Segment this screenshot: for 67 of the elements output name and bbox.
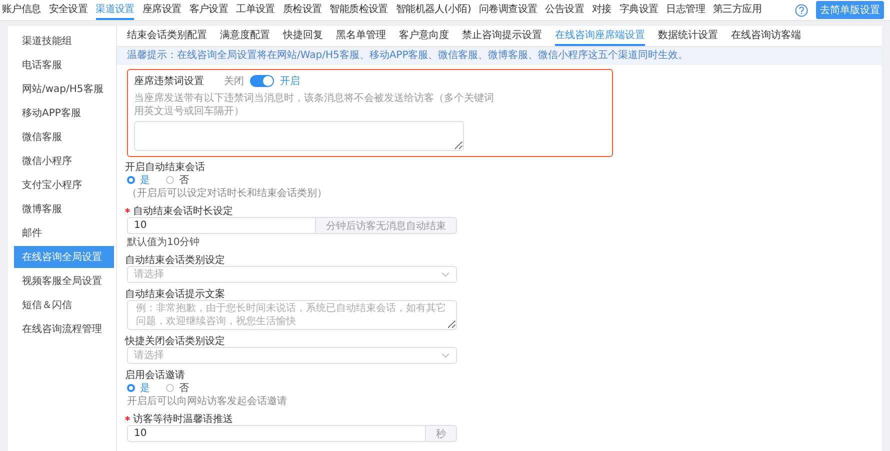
- nav-tab[interactable]: 安全设置: [48, 0, 88, 20]
- nav-tab[interactable]: 座席设置: [142, 0, 182, 20]
- sidebar-item[interactable]: 微信客服: [14, 126, 114, 148]
- sub-tab[interactable]: 客户意向度: [399, 26, 449, 46]
- sidebar-item[interactable]: 支付宝小程序: [14, 174, 114, 196]
- help-icon[interactable]: [795, 4, 808, 16]
- nav-tab[interactable]: 日志管理: [666, 0, 706, 20]
- sub-tab[interactable]: 黑名单管理: [336, 26, 386, 46]
- keyword-field[interactable]: [134, 121, 464, 151]
- toggle-switch[interactable]: [250, 75, 274, 87]
- sidebar-item[interactable]: 渠道技能组: [14, 30, 114, 52]
- sidebar-item[interactable]: 网站/wap/H5客服: [14, 78, 114, 100]
- chevron-icon: [441, 353, 450, 358]
- nav-tab[interactable]: 账户信息: [2, 0, 41, 20]
- setting-label: 座席违禁词设置: [134, 74, 204, 88]
- sub-tab[interactable]: 在线咨询访客端: [731, 26, 801, 46]
- sub-tab[interactable]: 满意度配置: [220, 26, 270, 46]
- nav-tab[interactable]: 质检设置: [282, 0, 322, 20]
- sub-tab[interactable]: 结束会话类别配置: [127, 26, 207, 46]
- field-label: 开启自动结束会话: [125, 160, 205, 174]
- radio-icon[interactable]: [127, 384, 135, 392]
- number-field[interactable]: 10: [127, 425, 425, 442]
- nav-tab[interactable]: 公告设置: [545, 0, 584, 20]
- nav-tab[interactable]: 工单设置: [236, 0, 275, 20]
- nav-tab[interactable]: 智能质检设置: [330, 0, 388, 20]
- sub-tab[interactable]: 快捷回复: [283, 26, 323, 46]
- off-label: 关闭: [224, 74, 244, 88]
- field-label: 访客等待时温馨语推送: [133, 412, 233, 426]
- hint-text: （开启后可以设定对话时长和结束会话类别）: [127, 187, 328, 200]
- message-field[interactable]: 例：非常抱歉，由于您长时间未说话，系统已自动结束会话，如有其它问题，欢迎继续咨询，祝您生活愉快: [127, 300, 457, 330]
- sidebar-item[interactable]: 邮件: [14, 222, 114, 244]
- field-label: 启用会话邀请: [125, 368, 185, 382]
- radio-icon[interactable]: [166, 176, 174, 184]
- sidebar-item[interactable]: 微信小程序: [14, 150, 114, 172]
- input-suffix: 分钟后访客无消息自动结束: [315, 217, 457, 234]
- radio-icon[interactable]: [127, 176, 135, 184]
- nav-tab[interactable]: 问卷调查设置: [479, 0, 538, 20]
- tip-banner: 温馨提示：在线咨询全局设置将在网站/Wap/H5客服、移动APP客服、微信客服、微博客服、微信小程序这五个渠道同时生效。: [117, 47, 882, 65]
- radio-label[interactable]: 否: [179, 173, 189, 187]
- sidebar-item[interactable]: 短信＆闪信: [14, 294, 114, 316]
- nav-tab[interactable]: 智能机器人(小陌): [396, 0, 471, 20]
- hint-text: 开启后可以向网站访客发起会话邀请: [127, 395, 288, 408]
- chevron-icon: [441, 272, 450, 277]
- nav-tab[interactable]: 客户设置: [189, 0, 228, 20]
- on-label: 开启: [280, 74, 300, 88]
- number-field[interactable]: 10: [127, 217, 315, 234]
- nav-tab[interactable]: 对接: [592, 0, 612, 20]
- sub-tab[interactable]: 数据统计设置: [658, 26, 718, 46]
- sidebar-item[interactable]: 电话客服: [14, 54, 114, 76]
- field-label: 自动结束会话类别设定: [125, 254, 225, 266]
- nav-tab[interactable]: 第三方应用: [713, 0, 762, 20]
- sidebar-item[interactable]: 微博客服: [14, 198, 114, 220]
- sidebar-item[interactable]: 移动APP客服: [14, 102, 114, 124]
- input-suffix: 秒: [425, 425, 457, 442]
- radio-icon[interactable]: [166, 384, 174, 392]
- field-label: 快捷关闭会话类别设定: [125, 334, 225, 348]
- description-text: 当座席发送带有以下违禁词当消息时，该条消息将不会被发送给访客（多个关键词用英文逗号或回车隔开）: [134, 92, 494, 118]
- nav-tab[interactable]: 字典设置: [619, 0, 658, 20]
- radio-label[interactable]: 否: [179, 381, 189, 395]
- select-field[interactable]: 请选择: [127, 266, 457, 283]
- sidebar-item[interactable]: 视频客服全局设置: [14, 270, 114, 292]
- field-label: 自动结束会话时长设定: [133, 204, 233, 218]
- sub-tab[interactable]: 禁止咨询提示设置: [462, 26, 542, 46]
- sidebar-item[interactable]: 在线咨询流程管理: [14, 318, 114, 340]
- hint-text: 默认值为10分钟: [127, 236, 201, 249]
- field-label: 自动结束会话提示文案: [125, 288, 225, 300]
- select-field[interactable]: 请选择: [127, 347, 457, 364]
